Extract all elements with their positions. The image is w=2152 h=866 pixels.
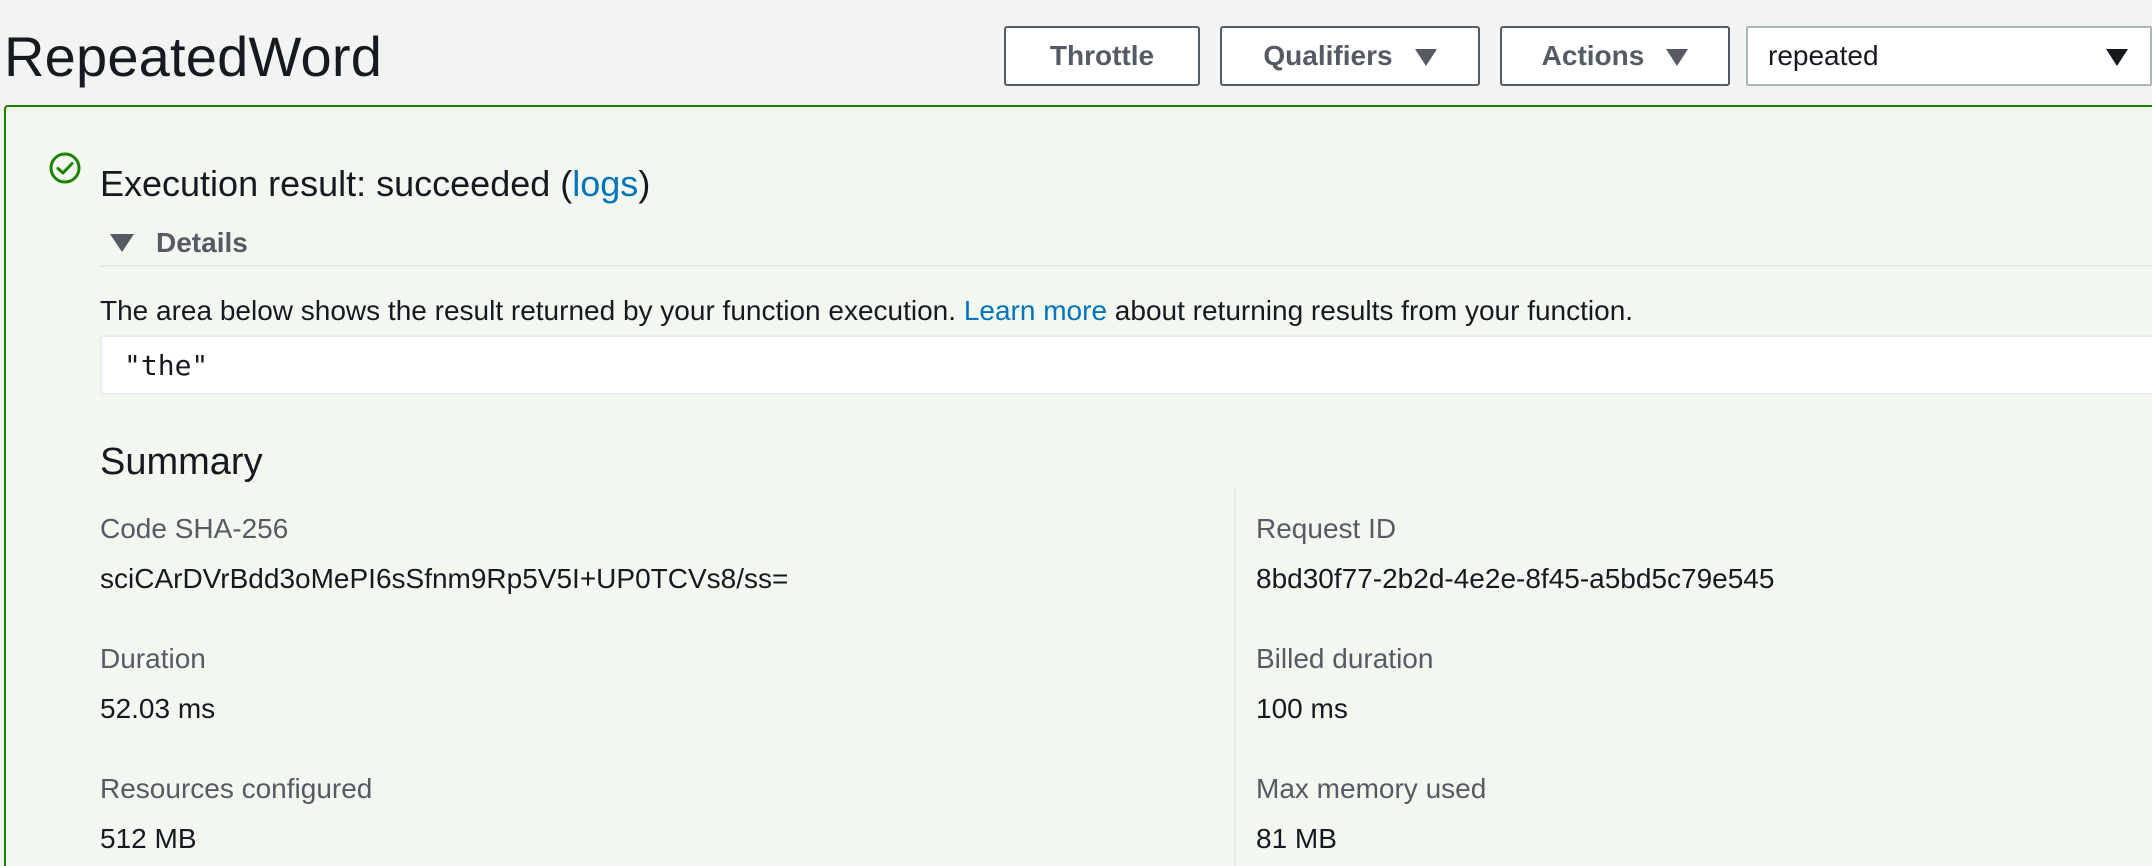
billed-duration-value: 100 ms (1256, 693, 1348, 724)
function-title: RepeatedWord (4, 25, 383, 88)
details-divider (100, 265, 2152, 267)
test-event-selected-value: repeated (1768, 40, 1879, 71)
throttle-button-label: Throttle (1049, 40, 1155, 71)
request-id-value: 8bd30f77-2b2d-4e2e-8f45-a5bd5c79e545 (1256, 563, 1775, 594)
result-description-suffix: about returning results from your functi… (1107, 295, 1634, 326)
caret-down-icon (110, 234, 134, 252)
billed-duration-label: Billed duration (1256, 643, 1434, 674)
caret-down-icon (2106, 49, 2128, 66)
code-sha-label: Code SHA-256 (100, 513, 289, 544)
code-sha-value: sciCArDVrBdd3oMePI6sSfnm9Rp5V5I+UP0TCVs8… (100, 563, 789, 594)
actions-button-label: Actions (1541, 40, 1645, 71)
execution-result-close-paren: ) (638, 163, 651, 204)
learn-more-link[interactable]: Learn more (964, 295, 1107, 326)
details-toggle[interactable]: Details (110, 225, 248, 261)
qualifiers-dropdown-button[interactable]: Qualifiers (1220, 26, 1480, 86)
result-output-value: "the" (124, 348, 209, 382)
execution-result-panel: Execution result: succeeded (logs) Detai… (4, 105, 2152, 866)
execution-result-text: Execution result: succeeded ( (100, 163, 573, 204)
result-output-box[interactable]: "the" (100, 335, 2152, 395)
actions-dropdown-button[interactable]: Actions (1500, 26, 1730, 86)
lambda-function-page: RepeatedWord Throttle Qualifiers Actions… (0, 0, 2152, 866)
summary-heading: Summary (100, 441, 263, 483)
check-circle-icon (49, 152, 81, 184)
caret-down-icon (1666, 49, 1689, 66)
resources-configured-value: 512 MB (100, 823, 197, 854)
execution-result-heading: Execution result: succeeded (logs) (100, 159, 650, 209)
max-memory-value: 81 MB (1256, 823, 1337, 854)
result-description-text: The area below shows the result returned… (100, 295, 964, 326)
qualifiers-button-label: Qualifiers (1263, 40, 1393, 71)
max-memory-label: Max memory used (1256, 773, 1487, 804)
result-description: The area below shows the result returned… (100, 291, 1633, 331)
resources-configured-label: Resources configured (100, 773, 373, 804)
details-label: Details (156, 227, 248, 258)
test-event-select[interactable]: repeated (1746, 26, 2152, 86)
request-id-label: Request ID (1256, 513, 1397, 544)
caret-down-icon (1414, 49, 1437, 66)
duration-value: 52.03 ms (100, 693, 216, 724)
throttle-button[interactable]: Throttle (1004, 26, 1200, 86)
summary-column-divider (1234, 487, 1236, 866)
logs-link[interactable]: logs (572, 163, 638, 204)
duration-label: Duration (100, 643, 206, 674)
